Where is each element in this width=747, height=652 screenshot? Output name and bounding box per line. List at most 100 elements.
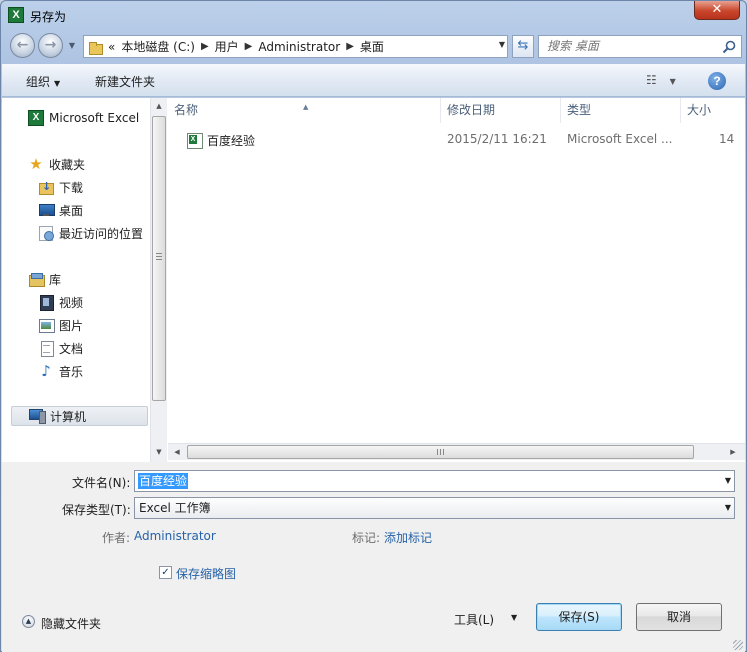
search-box[interactable]: [538, 35, 742, 58]
breadcrumb-administrator[interactable]: Administrator: [258, 40, 340, 54]
title-bar[interactable]: X 另存为 ✕: [1, 1, 746, 31]
chevron-right-icon[interactable]: ▶: [201, 41, 209, 52]
column-header-modified[interactable]: 修改日期: [441, 98, 561, 123]
sidebar-item-computer[interactable]: 计算机: [11, 406, 148, 426]
sidebar-item-label: 最近访问的位置: [59, 226, 144, 241]
music-icon: ♪: [41, 362, 51, 380]
scrollbar-thumb[interactable]: [187, 445, 694, 459]
hide-folders-toggle[interactable]: 隐藏文件夹: [41, 615, 101, 632]
file-list[interactable]: 名称 ▲ 修改日期 类型 大小 百度经验 2015/2/11 16:21 Mic…: [168, 98, 745, 462]
excel-icon: X: [28, 110, 44, 126]
collapse-up-icon[interactable]: ▲: [22, 615, 35, 628]
excel-app-icon: X: [8, 7, 24, 23]
table-row[interactable]: 百度经验 2015/2/11 16:21 Microsoft Excel ...…: [168, 129, 745, 151]
sidebar-item-videos[interactable]: 视频: [38, 292, 83, 312]
sidebar-item-libraries[interactable]: 库: [28, 269, 61, 289]
history-dropdown-icon[interactable]: ▼: [66, 40, 78, 52]
help-icon[interactable]: ?: [708, 72, 726, 90]
grip-icon: [156, 253, 162, 260]
arrow-left-icon: ←: [16, 37, 29, 53]
back-button[interactable]: ←: [10, 33, 35, 58]
navigation-pane[interactable]: X Microsoft Excel ★ 收藏夹 下载 桌面 最近访问的位置: [2, 98, 151, 462]
search-icon[interactable]: [721, 39, 737, 55]
recent-places-icon: [38, 225, 54, 241]
chevron-down-icon[interactable]: ▼: [725, 476, 731, 485]
sidebar-item-microsoft-excel[interactable]: X Microsoft Excel: [28, 108, 139, 128]
documents-icon: [38, 340, 54, 357]
column-header-size[interactable]: 大小: [681, 98, 745, 123]
sidebar-item-downloads[interactable]: 下载: [38, 177, 83, 197]
sidebar-item-desktop[interactable]: 桌面: [38, 200, 83, 220]
file-name: 百度经验: [207, 134, 256, 148]
column-header-type[interactable]: 类型: [561, 98, 681, 123]
sidebar-item-label: 文档: [59, 341, 84, 356]
scroll-left-icon[interactable]: ◀: [169, 444, 185, 460]
sidebar-item-label: 音乐: [59, 364, 84, 379]
chevron-down-icon: ▼: [724, 503, 731, 512]
save-button[interactable]: 保存(S): [536, 603, 622, 631]
breadcrumb-local-disk[interactable]: 本地磁盘 (C:): [121, 38, 195, 55]
filetype-label: 保存类型(T):: [62, 503, 131, 517]
view-options-button[interactable]: ☷ ▼: [646, 73, 680, 89]
arrow-right-icon: →: [44, 37, 57, 53]
file-list-scrollbar[interactable]: ◀ ▶: [168, 443, 745, 460]
caret-down-icon: ▼: [54, 79, 61, 88]
sidebar-item-pictures[interactable]: 图片: [38, 315, 83, 335]
computer-icon: [29, 408, 46, 424]
navigation-bar: ← → ▼ « 本地磁盘 (C:) ▶ 用户 ▶ Administrator ▶…: [7, 32, 742, 60]
save-thumbnail-checkbox[interactable]: ✓: [159, 566, 172, 579]
forward-button[interactable]: →: [38, 33, 63, 58]
save-thumbnail-label[interactable]: 保存缩略图: [176, 565, 236, 582]
filetype-select[interactable]: Excel 工作簿 ▼: [134, 497, 735, 519]
save-options-panel: 文件名(N): 百度经验 ▼ 保存类型(T): Excel 工作簿 ▼ 作者: …: [2, 462, 745, 652]
breadcrumb-users[interactable]: 用户: [215, 38, 239, 55]
close-button[interactable]: ✕: [694, 1, 740, 20]
column-label: 名称: [174, 103, 199, 117]
sidebar-item-recent-places[interactable]: 最近访问的位置: [38, 223, 143, 243]
refresh-icon: ⇆: [517, 38, 529, 53]
address-bar[interactable]: « 本地磁盘 (C:) ▶ 用户 ▶ Administrator ▶ 桌面 ▼: [83, 35, 508, 58]
tools-button[interactable]: 工具(L): [454, 611, 494, 628]
breadcrumb-overflow[interactable]: «: [108, 40, 115, 54]
scroll-down-icon[interactable]: ▼: [151, 444, 167, 460]
sidebar-item-music[interactable]: ♪ 音乐: [38, 361, 83, 381]
file-size: 14: [719, 132, 735, 146]
organize-button[interactable]: 组织 ▼: [26, 73, 60, 90]
sidebar-item-label: Microsoft Excel: [49, 111, 140, 125]
sidebar-item-label: 计算机: [50, 409, 87, 424]
caret-down-icon: ▼: [669, 77, 676, 86]
chevron-right-icon[interactable]: ▶: [346, 41, 354, 52]
chevron-down-icon[interactable]: ▼: [499, 40, 505, 49]
sidebar-item-label: 图片: [59, 318, 84, 333]
sidebar-scrollbar[interactable]: ▲ ▼: [150, 98, 167, 462]
filetype-value: Excel 工作簿: [139, 501, 211, 515]
author-value[interactable]: Administrator: [134, 529, 216, 543]
scroll-up-icon[interactable]: ▲: [151, 98, 167, 114]
grip-icon: [437, 449, 444, 455]
caret-down-icon[interactable]: ▼: [511, 613, 517, 622]
column-header-name[interactable]: 名称 ▲: [168, 98, 441, 123]
breadcrumb-desktop[interactable]: 桌面: [360, 38, 384, 55]
cancel-button[interactable]: 取消: [636, 603, 722, 631]
filename-value[interactable]: 百度经验: [138, 473, 189, 489]
chevron-right-icon[interactable]: ▶: [245, 41, 253, 52]
libraries-icon: [28, 271, 45, 287]
search-input[interactable]: [547, 36, 717, 56]
new-folder-button[interactable]: 新建文件夹: [95, 73, 155, 90]
sidebar-item-favorites[interactable]: ★ 收藏夹: [28, 154, 85, 174]
tags-value[interactable]: 添加标记: [384, 529, 432, 546]
sidebar-item-label: 桌面: [59, 203, 84, 218]
sidebar-item-label: 收藏夹: [49, 157, 86, 172]
scrollbar-thumb[interactable]: [152, 116, 166, 401]
filename-label: 文件名(N):: [72, 476, 131, 490]
sidebar-item-documents[interactable]: 文档: [38, 338, 83, 358]
filename-field[interactable]: 百度经验 ▼: [134, 470, 735, 492]
downloads-folder-icon: [38, 179, 54, 195]
scroll-right-icon[interactable]: ▶: [725, 444, 741, 460]
window-title: 另存为: [30, 10, 67, 24]
sidebar-item-label: 下载: [59, 180, 84, 195]
resize-grip-icon[interactable]: [733, 640, 743, 650]
refresh-button[interactable]: ⇆: [512, 35, 534, 58]
view-list-icon: ☷: [646, 73, 657, 87]
sidebar-item-label: 视频: [59, 295, 84, 310]
